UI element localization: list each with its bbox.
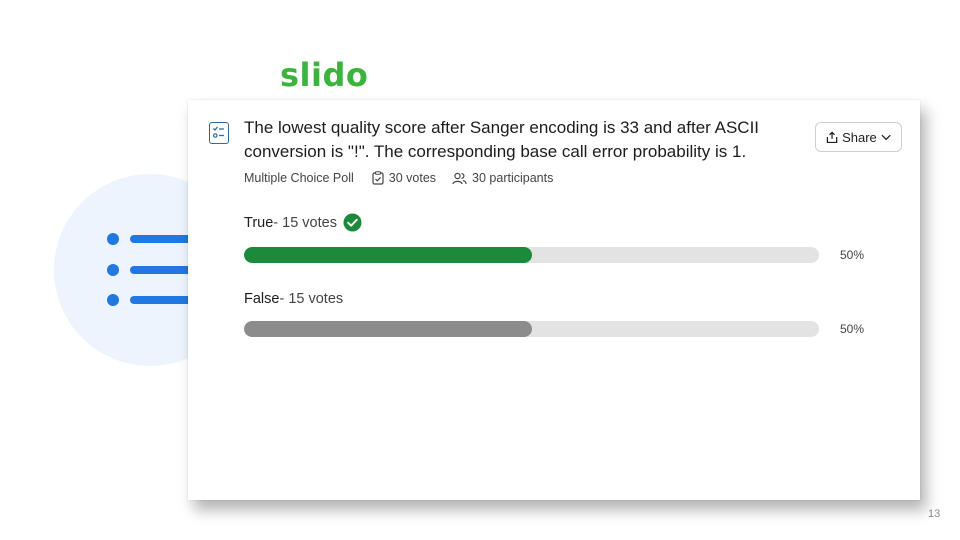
- participants-icon: [452, 172, 467, 184]
- option-label: False - 15 votes: [244, 291, 343, 307]
- option-votes: - 15 votes: [279, 291, 344, 307]
- correct-answer-icon: [343, 213, 362, 232]
- chevron-down-icon: [881, 134, 891, 140]
- list-bullet: [107, 233, 119, 245]
- result-bar-fill: [244, 321, 532, 337]
- poll-icon: [209, 122, 229, 144]
- participants-count: 30 participants: [472, 171, 554, 185]
- slide-number: 13: [928, 508, 941, 520]
- result-percent: 50%: [840, 248, 865, 262]
- share-button[interactable]: Share: [815, 122, 902, 152]
- poll-meta: Multiple Choice Poll 30 votes 30 partici…: [244, 170, 569, 186]
- option-votes: - 15 votes: [273, 214, 337, 231]
- option-label: True - 15 votes: [244, 213, 362, 232]
- participants-stat: 30 participants: [452, 171, 553, 185]
- list-bullet: [107, 294, 119, 306]
- list-bullet: [107, 264, 119, 276]
- votes-count: 30 votes: [388, 171, 437, 185]
- votes-stat: 30 votes: [372, 171, 436, 185]
- clipboard-check-icon: [372, 171, 384, 185]
- slido-logo: slido: [280, 56, 369, 94]
- result-bar-track: [244, 321, 819, 337]
- share-label: Share: [842, 129, 877, 145]
- option-name: True: [244, 214, 274, 231]
- result-percent: 50%: [840, 322, 865, 336]
- result-bar-fill: [244, 247, 532, 263]
- share-icon: [826, 131, 838, 143]
- poll-type: Multiple Choice Poll: [244, 171, 354, 185]
- poll-results-card: The lowest quality score after Sanger en…: [188, 100, 920, 500]
- poll-question: The lowest quality score after Sanger en…: [244, 118, 760, 161]
- option-name: False: [244, 291, 280, 307]
- result-bar-track: [244, 247, 819, 263]
